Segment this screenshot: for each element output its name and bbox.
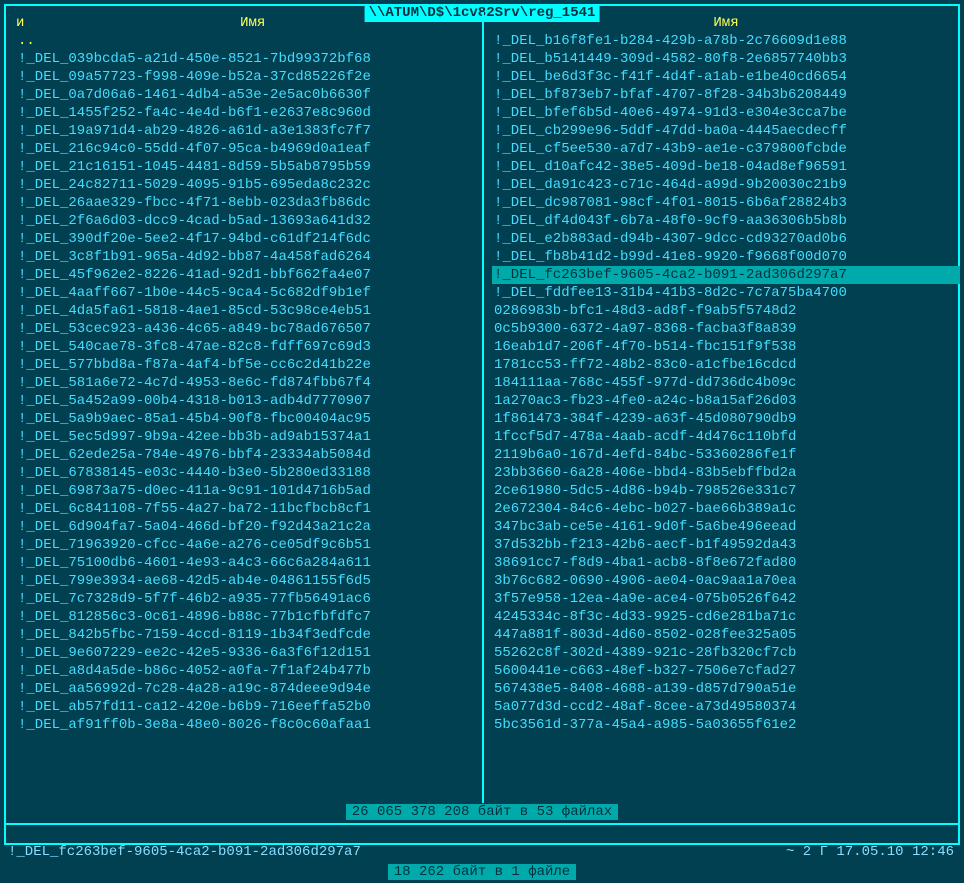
- left-file-list: !_DEL_039bcda5-a21d-450e-8521-7bd99372bf…: [16, 50, 481, 734]
- file-row[interactable]: !_DEL_1455f252-fa4c-4e4d-b6f1-e2637e8c96…: [16, 104, 481, 122]
- file-row[interactable]: !_DEL_75100db6-4601-4e93-a4c3-66c6a284a6…: [16, 554, 481, 572]
- file-row[interactable]: !_DEL_fb8b41d2-b99d-41e8-9920-f9668f00d0…: [492, 248, 960, 266]
- file-row[interactable]: !_DEL_aa56992d-7c28-4a28-a19c-874deee9d9…: [16, 680, 481, 698]
- file-row[interactable]: !_DEL_540cae78-3fc8-47ae-82c8-fdff697c69…: [16, 338, 481, 356]
- file-row[interactable]: 0c5b9300-6372-4a97-8368-facba3f8a839: [492, 320, 960, 338]
- left-header: и Имя: [16, 14, 481, 32]
- file-row[interactable]: 184111aa-768c-455f-977d-dd736dc4b09c: [492, 374, 960, 392]
- file-row[interactable]: !_DEL_19a971d4-ab29-4826-a61d-a3e1383fc7…: [16, 122, 481, 140]
- file-row[interactable]: !_DEL_b5141449-309d-4582-80f8-2e6857740b…: [492, 50, 960, 68]
- file-row[interactable]: !_DEL_67838145-e03c-4440-b3e0-5b280ed331…: [16, 464, 481, 482]
- file-row[interactable]: 0286983b-bfc1-48d3-ad8f-f9ab5f5748d2: [492, 302, 960, 320]
- mid-border: [4, 823, 960, 825]
- left-header-name: Имя: [240, 15, 265, 31]
- file-row[interactable]: !_DEL_cf5ee530-a7d7-43b9-ae1e-c379800fcb…: [492, 140, 960, 158]
- file-row[interactable]: !_DEL_fddfee13-31b4-41b3-8d2c-7c7a75ba47…: [492, 284, 960, 302]
- file-row[interactable]: !_DEL_9e607229-ee2c-42e5-9336-6a3f6f12d1…: [16, 644, 481, 662]
- file-row[interactable]: 1781cc53-ff72-48b2-83c0-a1cfbe16cdcd: [492, 356, 960, 374]
- column-divider: [482, 12, 484, 803]
- file-row[interactable]: !_DEL_fc263bef-9605-4ca2-b091-2ad306d297…: [492, 266, 960, 284]
- file-row[interactable]: 1f861473-384f-4239-a63f-45d080790db9: [492, 410, 960, 428]
- right-file-list: !_DEL_b16f8fe1-b284-429b-a78b-2c76609d1e…: [492, 32, 960, 734]
- file-row[interactable]: !_DEL_2f6a6d03-dcc9-4cad-b5ad-13693a641d…: [16, 212, 481, 230]
- file-row[interactable]: 4245334c-8f3c-4d33-9925-cd6e281ba71c: [492, 608, 960, 626]
- file-row[interactable]: !_DEL_62ede25a-784e-4976-bbf4-23334ab508…: [16, 446, 481, 464]
- file-row[interactable]: !_DEL_5a9b9aec-85a1-45b4-90f8-fbc00404ac…: [16, 410, 481, 428]
- file-row[interactable]: !_DEL_6d904fa7-5a04-466d-bf20-f92d43a21c…: [16, 518, 481, 536]
- file-row[interactable]: !_DEL_3c8f1b91-965a-4d92-bb87-4a458fad62…: [16, 248, 481, 266]
- left-header-prefix: и: [16, 14, 24, 32]
- file-row[interactable]: !_DEL_ab57fd11-ca12-420e-b6b9-716eeffa52…: [16, 698, 481, 716]
- file-row[interactable]: !_DEL_e2b883ad-d94b-4307-9dcc-cd93270ad0…: [492, 230, 960, 248]
- status-bar: !_DEL_fc263bef-9605-4ca2-b091-2ad306d297…: [6, 843, 958, 861]
- file-row[interactable]: !_DEL_21c16151-1045-4481-8d59-5b5ab8795b…: [16, 158, 481, 176]
- file-row[interactable]: !_DEL_af91ff0b-3e8a-48e0-8026-f8c0c60afa…: [16, 716, 481, 734]
- file-row[interactable]: !_DEL_039bcda5-a21d-450e-8521-7bd99372bf…: [16, 50, 481, 68]
- file-row[interactable]: !_DEL_a8d4a5de-b86c-4052-a0fa-7f1af24b47…: [16, 662, 481, 680]
- file-row[interactable]: 1fccf5d7-478a-4aab-acdf-4d476c110bfd: [492, 428, 960, 446]
- file-row[interactable]: !_DEL_09a57723-f998-409e-b52a-37cd85226f…: [16, 68, 481, 86]
- file-row[interactable]: 2e672304-84c6-4ebc-b027-bae66b389a1c: [492, 500, 960, 518]
- file-row[interactable]: !_DEL_dc987081-98cf-4f01-8015-6b6af28824…: [492, 194, 960, 212]
- file-row[interactable]: !_DEL_bf873eb7-bfaf-4707-8f28-34b3b62084…: [492, 86, 960, 104]
- file-row[interactable]: 347bc3ab-ce5e-4161-9d0f-5a6be496eead: [492, 518, 960, 536]
- file-row[interactable]: 37d532bb-f213-42b6-aecf-b1f49592da43: [492, 536, 960, 554]
- file-manager-panel: \\ATUM\D$\1cv82Srv\reg_1541 и Имя .. !_D…: [0, 0, 964, 883]
- status-info: ~ 2 Г 17.05.10 12:46: [786, 843, 954, 861]
- file-row[interactable]: !_DEL_577bbd8a-f87a-4af4-bf5e-cc6c2d41b2…: [16, 356, 481, 374]
- file-row[interactable]: !_DEL_0a7d06a6-1461-4db4-a53e-2e5ac0b663…: [16, 86, 481, 104]
- file-row[interactable]: !_DEL_5a452a99-00b4-4318-b013-adb4d77709…: [16, 392, 481, 410]
- file-row[interactable]: 2119b6a0-167d-4efd-84bc-53360286fe1f: [492, 446, 960, 464]
- file-row[interactable]: !_DEL_df4d043f-6b7a-48f0-9cf9-aa36306b5b…: [492, 212, 960, 230]
- file-row[interactable]: 5600441e-c663-48ef-b327-7506e7cfad27: [492, 662, 960, 680]
- file-row[interactable]: 55262c8f-302d-4389-921c-28fb320cf7cb: [492, 644, 960, 662]
- file-row[interactable]: !_DEL_581a6e72-4c7d-4953-8e6c-fd874fbb67…: [16, 374, 481, 392]
- updir-row[interactable]: ..: [16, 32, 481, 50]
- right-column[interactable]: Имя !_DEL_b16f8fe1-b284-429b-a78b-2c7660…: [492, 14, 960, 799]
- file-row[interactable]: !_DEL_69873a75-d0ec-411a-9c91-101d4716b5…: [16, 482, 481, 500]
- file-row[interactable]: 3f57e958-12ea-4a9e-ace4-075b0526f642: [492, 590, 960, 608]
- file-row[interactable]: !_DEL_6c841108-7f55-4a27-ba72-11bcfbcb8c…: [16, 500, 481, 518]
- selection-summary: 26 065 378 208 байт в 53 файлах: [14, 803, 950, 821]
- file-row[interactable]: !_DEL_24c82711-5029-4095-91b5-695eda8c23…: [16, 176, 481, 194]
- file-row[interactable]: !_DEL_842b5fbc-7159-4ccd-8119-1b34f3edfc…: [16, 626, 481, 644]
- file-row[interactable]: 16eab1d7-206f-4f70-b514-fbc151f9f538: [492, 338, 960, 356]
- file-row[interactable]: 2ce61980-5dc5-4d86-b94b-798526e331c7: [492, 482, 960, 500]
- file-row[interactable]: !_DEL_26aae329-fbcc-4f71-8ebb-023da3fb86…: [16, 194, 481, 212]
- selection-summary-text: 26 065 378 208 байт в 53 файлах: [346, 804, 618, 820]
- file-row[interactable]: 5a077d3d-ccd2-48af-8cee-a73d49580374: [492, 698, 960, 716]
- bottom-summary-text: 18 262 байт в 1 файле: [388, 864, 576, 880]
- file-row[interactable]: 3b76c682-0690-4906-ae04-0ac9aa1a70ea: [492, 572, 960, 590]
- left-column[interactable]: и Имя .. !_DEL_039bcda5-a21d-450e-8521-7…: [16, 14, 481, 799]
- file-row[interactable]: 567438e5-8408-4688-a139-d857d790a51e: [492, 680, 960, 698]
- file-row[interactable]: !_DEL_45f962e2-8226-41ad-92d1-bbf662fa4e…: [16, 266, 481, 284]
- file-row[interactable]: !_DEL_390df20e-5ee2-4f17-94bd-c61df214f6…: [16, 230, 481, 248]
- file-row[interactable]: !_DEL_be6d3f3c-f41f-4d4f-a1ab-e1be40cd66…: [492, 68, 960, 86]
- file-row[interactable]: !_DEL_71963920-cfcc-4a6e-a276-ce05df9c6b…: [16, 536, 481, 554]
- file-row[interactable]: !_DEL_216c94c0-55dd-4f07-95ca-b4969d0a1e…: [16, 140, 481, 158]
- right-header: Имя: [492, 14, 960, 32]
- file-row[interactable]: !_DEL_cb299e96-5ddf-47dd-ba0a-4445aecdec…: [492, 122, 960, 140]
- file-row[interactable]: 5bc3561d-377a-45a4-a985-5a03655f61e2: [492, 716, 960, 734]
- status-filename: !_DEL_fc263bef-9605-4ca2-b091-2ad306d297…: [8, 843, 361, 861]
- file-row[interactable]: 23bb3660-6a28-406e-bbd4-83b5ebffbd2a: [492, 464, 960, 482]
- file-row[interactable]: !_DEL_d10afc42-38e5-409d-be18-04ad8ef965…: [492, 158, 960, 176]
- file-row[interactable]: !_DEL_799e3934-ae68-42d5-ab4e-04861155f6…: [16, 572, 481, 590]
- bottom-summary: 18 262 байт в 1 файле: [8, 863, 956, 881]
- file-row[interactable]: !_DEL_7c7328d9-5f7f-46b2-a935-77fb56491a…: [16, 590, 481, 608]
- file-row[interactable]: 38691cc7-f8d9-4ba1-acb8-8f8e672fad80: [492, 554, 960, 572]
- file-row[interactable]: !_DEL_b16f8fe1-b284-429b-a78b-2c76609d1e…: [492, 32, 960, 50]
- file-row[interactable]: 447a881f-803d-4d60-8502-028fee325a05: [492, 626, 960, 644]
- panel-frame: \\ATUM\D$\1cv82Srv\reg_1541 и Имя .. !_D…: [4, 4, 960, 845]
- file-row[interactable]: !_DEL_5ec5d997-9b9a-42ee-bb3b-ad9ab15374…: [16, 428, 481, 446]
- file-row[interactable]: !_DEL_bfef6b5d-40e6-4974-91d3-e304e3cca7…: [492, 104, 960, 122]
- file-row[interactable]: 1a270ac3-fb23-4fe0-a24c-b8a15af26d03: [492, 392, 960, 410]
- file-row[interactable]: !_DEL_4aaff667-1b0e-44c5-9ca4-5c682df9b1…: [16, 284, 481, 302]
- file-row[interactable]: !_DEL_53cec923-a436-4c65-a849-bc78ad6765…: [16, 320, 481, 338]
- right-header-name: Имя: [713, 15, 738, 31]
- file-row[interactable]: !_DEL_812856c3-0c61-4896-b88c-77b1cfbfdf…: [16, 608, 481, 626]
- file-row[interactable]: !_DEL_da91c423-c71c-464d-a99d-9b20030c21…: [492, 176, 960, 194]
- bottom-border: [4, 843, 960, 845]
- file-row[interactable]: !_DEL_4da5fa61-5818-4ae1-85cd-53c98ce4eb…: [16, 302, 481, 320]
